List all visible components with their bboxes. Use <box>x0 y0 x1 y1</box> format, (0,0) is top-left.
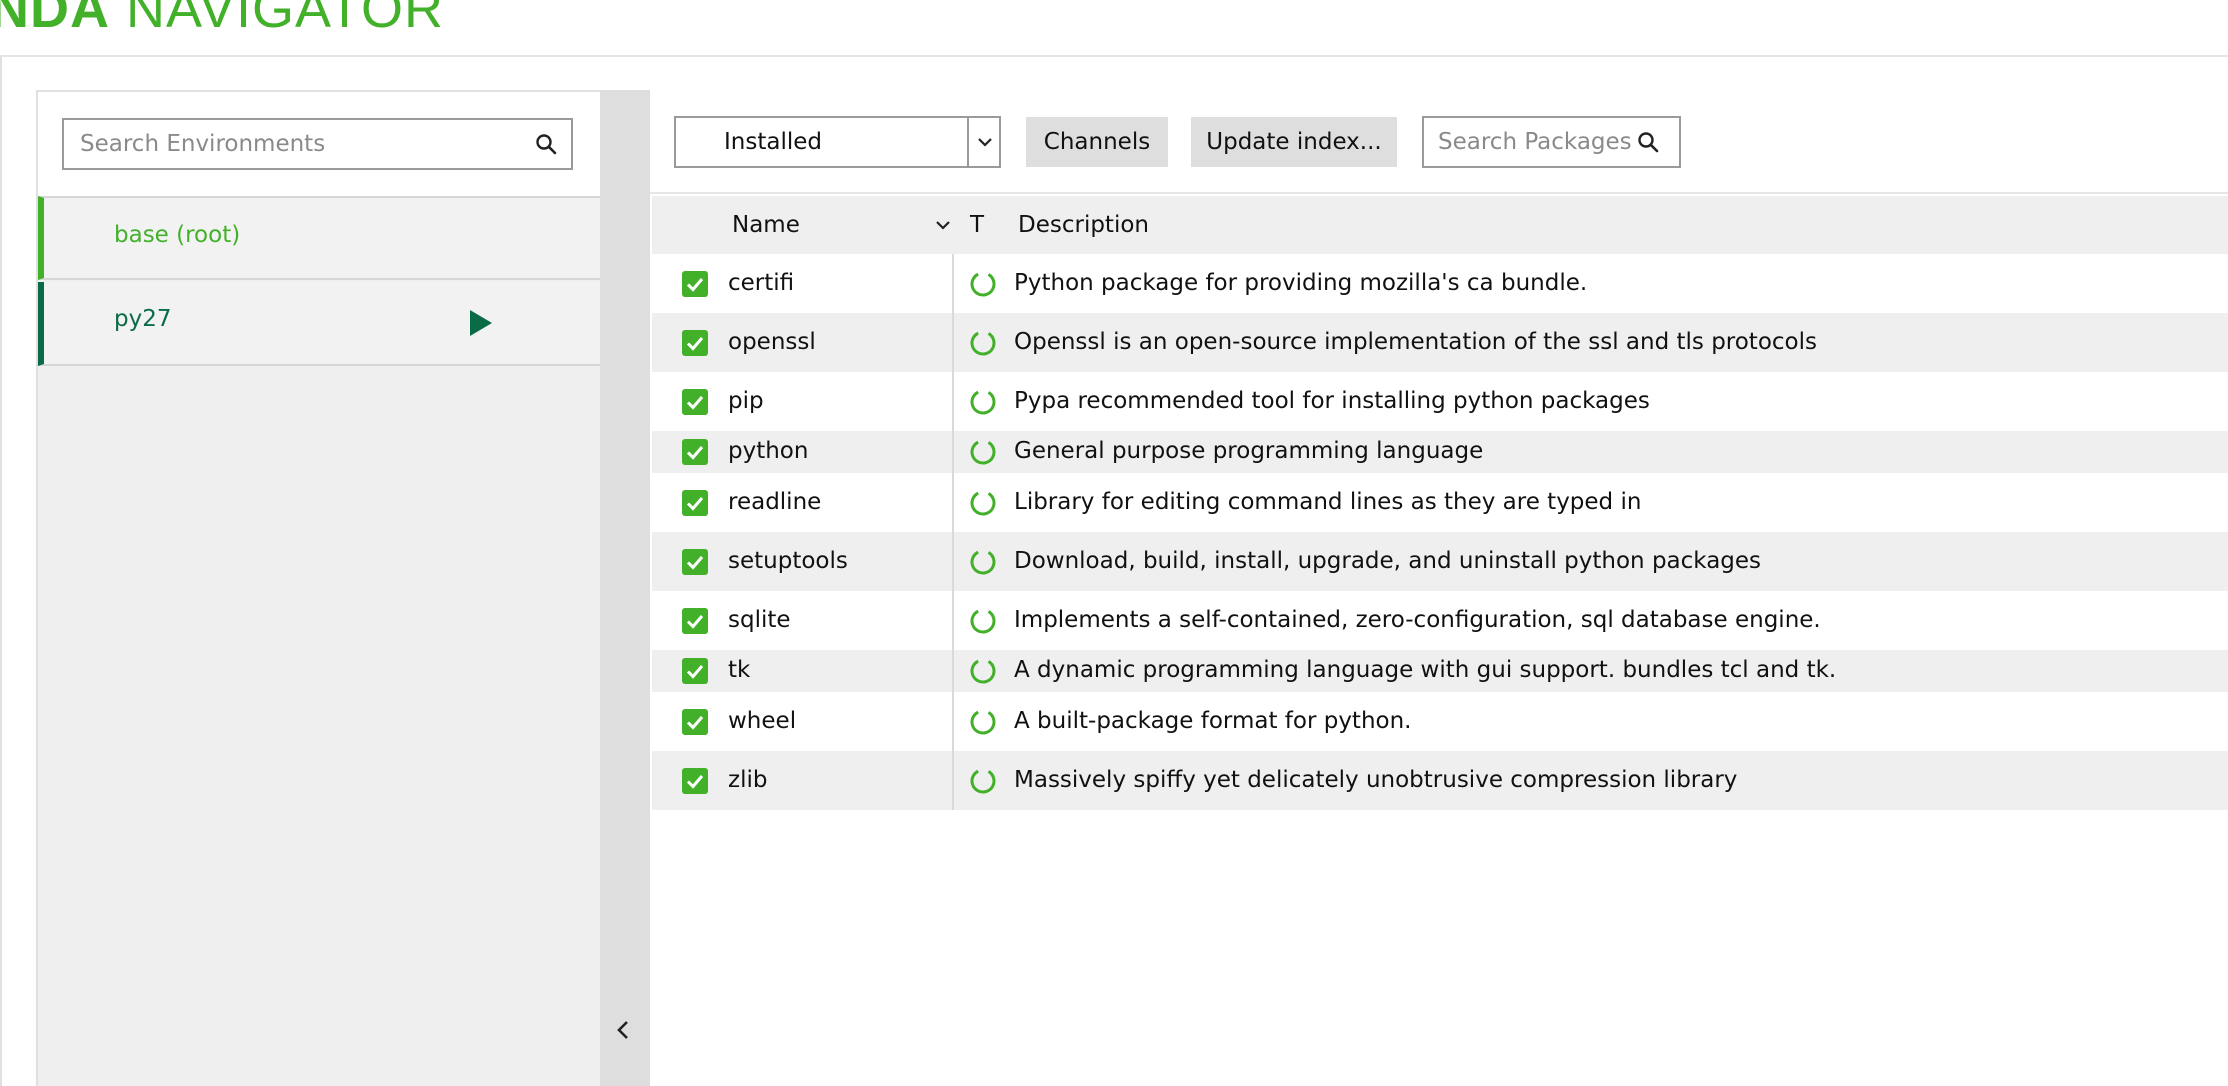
sort-chevron-down-icon[interactable] <box>932 214 954 236</box>
checkbox-checked-icon[interactable] <box>682 489 708 516</box>
environment-item-base[interactable]: base (root) <box>38 196 600 280</box>
table-row[interactable]: sqlite Implements a self-contained, zero-… <box>652 591 2228 650</box>
app-logo: NDA NAVIGATOR <box>0 0 445 39</box>
package-description: A dynamic programming language with gui … <box>1014 657 1837 683</box>
package-description: General purpose programming language <box>1014 438 1484 464</box>
checkbox-checked-icon[interactable] <box>682 767 708 794</box>
status-ring-icon[interactable] <box>968 547 998 577</box>
packages-search-input[interactable] <box>1424 118 1634 166</box>
column-divider <box>952 692 954 751</box>
packages-panel: Installed Channels Update index... Name <box>650 90 2228 1086</box>
package-description: Implements a self-contained, zero-config… <box>1014 606 1821 633</box>
column-divider <box>952 650 954 692</box>
environment-label: base (root) <box>114 222 241 248</box>
column-divider <box>952 431 954 473</box>
column-divider <box>952 751 954 810</box>
package-description: Massively spiffy yet delicately unobtrus… <box>1014 766 1738 793</box>
column-divider <box>952 591 954 650</box>
environments-search-box <box>62 118 573 170</box>
search-icon[interactable] <box>534 132 558 156</box>
table-row[interactable]: tk A dynamic programming language with gu… <box>652 650 2228 692</box>
checkbox-checked-icon[interactable] <box>682 658 708 684</box>
status-ring-icon[interactable] <box>968 488 998 518</box>
checkbox-checked-icon[interactable] <box>682 439 708 465</box>
package-description: Openssl is an open-source implementation… <box>1014 328 1817 355</box>
column-divider <box>952 372 954 431</box>
environments-panel: base (root) py27 <box>36 90 600 1086</box>
package-name: python <box>728 438 809 464</box>
play-icon[interactable] <box>470 310 492 336</box>
table-row[interactable]: python General purpose programming langua… <box>652 431 2228 473</box>
packages-toolbar: Installed Channels Update index... <box>650 90 2228 194</box>
chevron-down-icon[interactable] <box>975 132 995 152</box>
checkbox-checked-icon[interactable] <box>682 607 708 634</box>
package-name: zlib <box>728 766 768 793</box>
checkbox-checked-icon[interactable] <box>682 388 708 415</box>
checkbox-checked-icon[interactable] <box>682 270 708 297</box>
package-filter-value: Installed <box>724 129 822 155</box>
package-description: A built-package format for python. <box>1014 707 1412 734</box>
package-name: certifi <box>728 269 795 296</box>
column-header-description[interactable]: Description <box>1018 212 1149 238</box>
table-row[interactable]: certifi Python package for providing mozi… <box>652 254 2228 313</box>
package-name: pip <box>728 387 764 414</box>
table-row[interactable]: setuptools Download, build, install, upgr… <box>652 532 2228 591</box>
package-name: wheel <box>728 707 797 734</box>
column-divider <box>952 473 954 532</box>
column-divider <box>952 254 954 313</box>
environments-search-input[interactable] <box>64 120 514 168</box>
search-icon[interactable] <box>1636 130 1660 154</box>
package-description: Pypa recommended tool for installing pyt… <box>1014 387 1650 414</box>
packages-search-box <box>1422 116 1681 168</box>
update-index-button[interactable]: Update index... <box>1191 117 1397 167</box>
environment-label: py27 <box>114 306 172 332</box>
channels-button[interactable]: Channels <box>1026 117 1168 167</box>
status-ring-icon[interactable] <box>968 606 998 636</box>
package-filter-select[interactable]: Installed <box>674 116 1001 168</box>
table-row[interactable]: zlib Massively spiffy yet delicately unob… <box>652 751 2228 810</box>
checkbox-checked-icon[interactable] <box>682 708 708 735</box>
checkbox-checked-icon[interactable] <box>682 329 708 356</box>
status-ring-icon[interactable] <box>968 328 998 358</box>
status-ring-icon[interactable] <box>968 387 998 417</box>
main-container: base (root) py27 Installed Channels Upda… <box>0 57 2228 1086</box>
package-name: tk <box>728 657 751 683</box>
table-row[interactable]: readline Library for editing command line… <box>652 473 2228 532</box>
package-description: Download, build, install, upgrade, and u… <box>1014 547 1762 574</box>
environments-search-area <box>38 92 600 196</box>
table-row[interactable]: wheel A built-package format for python. <box>652 692 2228 751</box>
package-description: Python package for providing mozilla's c… <box>1014 269 1588 296</box>
select-divider <box>967 118 969 166</box>
status-ring-icon[interactable] <box>968 656 998 686</box>
column-divider <box>952 532 954 591</box>
package-name: readline <box>728 488 822 515</box>
checkbox-checked-icon[interactable] <box>682 548 708 575</box>
table-header: Name T Description <box>652 196 2228 254</box>
status-ring-icon[interactable] <box>968 269 998 299</box>
package-name: setuptools <box>728 547 848 574</box>
status-ring-icon[interactable] <box>968 437 998 467</box>
column-header-type[interactable]: T <box>970 212 984 238</box>
package-name: sqlite <box>728 606 791 633</box>
status-ring-icon[interactable] <box>968 707 998 737</box>
package-description: Library for editing command lines as the… <box>1014 488 1642 515</box>
table-row[interactable]: openssl Openssl is an open-source impleme… <box>652 313 2228 372</box>
app-header: NDA NAVIGATOR <box>0 0 2228 57</box>
chevron-left-icon[interactable] <box>612 1018 636 1042</box>
package-name: openssl <box>728 328 816 355</box>
panel-divider <box>600 90 650 1086</box>
environment-item-py27[interactable]: py27 <box>38 282 600 366</box>
column-header-name[interactable]: Name <box>732 212 800 238</box>
column-divider <box>952 313 954 372</box>
status-ring-icon[interactable] <box>968 766 998 796</box>
table-row[interactable]: pip Pypa recommended tool for installing … <box>652 372 2228 431</box>
